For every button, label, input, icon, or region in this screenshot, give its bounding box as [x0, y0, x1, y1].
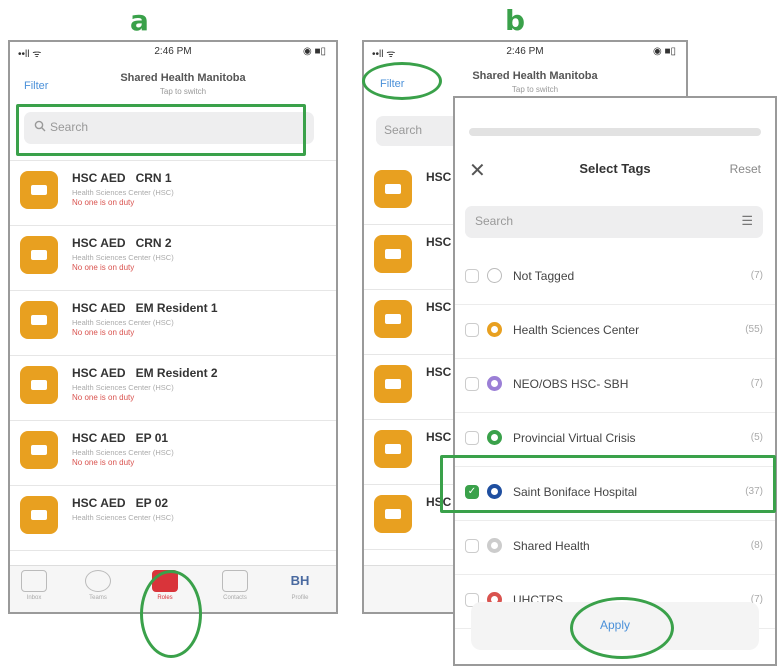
role-org: Health Sciences Center (HSC) — [72, 318, 174, 327]
list-item[interactable]: HSC AED CRN 1 Health Sciences Center (HS… — [10, 161, 336, 226]
org-subtitle: Tap to switch — [159, 87, 207, 96]
role-status: No one is on duty — [72, 458, 135, 467]
role-icon — [20, 236, 58, 274]
status-bar: ••ll ᯤ 2:46 PM ◉ ■▯ — [364, 42, 686, 60]
tag-row-not-tagged[interactable]: Not Tagged (7) — [455, 251, 775, 305]
list-item[interactable]: HSC AED EM Resident 2 Health Sciences Ce… — [10, 356, 336, 421]
inbox-icon — [21, 570, 47, 592]
checkbox[interactable] — [465, 323, 479, 337]
checkbox[interactable] — [465, 539, 479, 553]
search-highlight — [16, 104, 306, 156]
org-subtitle: Tap to switch — [511, 85, 559, 94]
list-item[interactable]: HSC AED CRN 2 Health Sciences Center (HS… — [10, 226, 336, 291]
teams-icon — [85, 570, 111, 592]
avatar: BH — [290, 573, 310, 588]
role-org: Health Sciences Center (HSC) — [72, 383, 174, 392]
tab-contacts[interactable]: Contacts — [215, 570, 255, 601]
sheet-handle[interactable] — [469, 128, 761, 136]
role-icon — [20, 496, 58, 534]
role-title: HSC AED EP 01 — [72, 431, 169, 445]
tab-label: Teams — [89, 595, 107, 601]
battery-icon: ◉ ■▯ — [652, 46, 676, 57]
role-icon — [20, 366, 58, 404]
tab-label: Profile — [291, 595, 309, 601]
role-status: No one is on duty — [72, 328, 135, 337]
tag-name: Not Tagged — [513, 269, 575, 283]
list-item[interactable]: HSC AED EP 01 Health Sciences Center (HS… — [10, 421, 336, 486]
sort-icon[interactable]: ☰ — [741, 213, 753, 229]
tag-name: NEO/OBS HSC- SBH — [513, 377, 629, 391]
tag-name: Health Sciences Center — [513, 323, 640, 337]
tag-count: (7) — [750, 270, 763, 281]
tag-row-neo-obs[interactable]: NEO/OBS HSC- SBH (7) — [455, 359, 775, 413]
tag-name: Provincial Virtual Crisis — [513, 431, 636, 445]
select-tags-modal: ✕ Select Tags Reset Search ☰ Not Tagged … — [453, 96, 777, 666]
phone-a: ••ll ᯤ 2:46 PM ◉ ■▯ Filter Shared Health… — [8, 40, 338, 614]
role-status: No one is on duty — [72, 198, 135, 207]
role-title: HSC AED EP 02 — [72, 496, 169, 510]
contacts-icon — [222, 570, 248, 592]
role-status: No one is on duty — [72, 393, 135, 402]
checkbox[interactable] — [465, 377, 479, 391]
tag-row-health-sciences[interactable]: Health Sciences Center (55) — [455, 305, 775, 359]
role-org: Health Sciences Center (HSC) — [72, 513, 174, 522]
tag-count: (55) — [745, 324, 763, 335]
role-icon — [20, 431, 58, 469]
tag-color-dot — [487, 322, 502, 337]
role-title: HSC AED CRN 2 — [72, 236, 172, 250]
list-item[interactable]: HSC AED EP 02 Health Sciences Center (HS… — [10, 486, 336, 551]
apply-highlight — [570, 597, 674, 659]
role-title: HSC AED EM Resident 1 — [72, 301, 218, 315]
panel-label-a: a — [130, 4, 149, 37]
role-org: Health Sciences Center (HSC) — [72, 188, 174, 197]
status-time: 2:46 PM — [154, 46, 192, 57]
panel-label-b: b — [505, 4, 526, 37]
roles-tab-highlight — [140, 570, 202, 658]
role-icon — [20, 171, 58, 209]
checkbox[interactable] — [465, 269, 479, 283]
tab-inbox[interactable]: Inbox — [14, 570, 54, 601]
tag-color-dot — [487, 376, 502, 391]
tag-color-dot — [487, 538, 502, 553]
role-title: HSC AED EM Resident 2 — [72, 366, 218, 380]
tag-row-shared-health[interactable]: Shared Health (8) — [455, 521, 775, 575]
tag-color-dot — [487, 430, 502, 445]
role-org: Health Sciences Center (HSC) — [72, 448, 174, 457]
role-org: Health Sciences Center (HSC) — [72, 253, 174, 262]
tag-count: (8) — [750, 540, 763, 551]
filter-highlight — [362, 62, 442, 100]
tag-count: (5) — [750, 432, 763, 443]
tab-teams[interactable]: Teams — [78, 570, 118, 601]
saint-boniface-highlight — [440, 455, 776, 513]
checkbox[interactable] — [465, 431, 479, 445]
tab-label: Contacts — [223, 595, 247, 601]
search-placeholder: Search — [475, 214, 514, 228]
list-item[interactable]: HSC AED EM Resident 1 Health Sciences Ce… — [10, 291, 336, 356]
filter-button[interactable]: Filter — [24, 80, 48, 92]
status-time: 2:46 PM — [506, 46, 544, 57]
modal-title: Select Tags — [579, 161, 651, 176]
role-title: HSC AED CRN 1 — [72, 171, 172, 185]
status-bar: ••ll ᯤ 2:46 PM ◉ ■▯ — [10, 42, 336, 60]
role-icon — [20, 301, 58, 339]
org-title[interactable]: Shared Health Manitoba — [424, 70, 646, 82]
tag-name: Shared Health — [513, 539, 590, 553]
tab-profile[interactable]: BH Profile — [280, 570, 320, 601]
battery-icon: ◉ ■▯ — [302, 46, 326, 57]
roles-list: HSC AED CRN 1 Health Sciences Center (HS… — [10, 160, 336, 566]
search-placeholder: Search — [384, 123, 423, 137]
tab-label: Inbox — [26, 595, 42, 601]
tag-search-input[interactable]: Search ☰ — [465, 206, 763, 238]
tag-count: (7) — [750, 378, 763, 389]
reset-button[interactable]: Reset — [730, 162, 761, 176]
tag-color-dot — [487, 268, 502, 283]
org-title[interactable]: Shared Health Manitoba — [70, 72, 296, 84]
role-status: No one is on duty — [72, 263, 135, 272]
